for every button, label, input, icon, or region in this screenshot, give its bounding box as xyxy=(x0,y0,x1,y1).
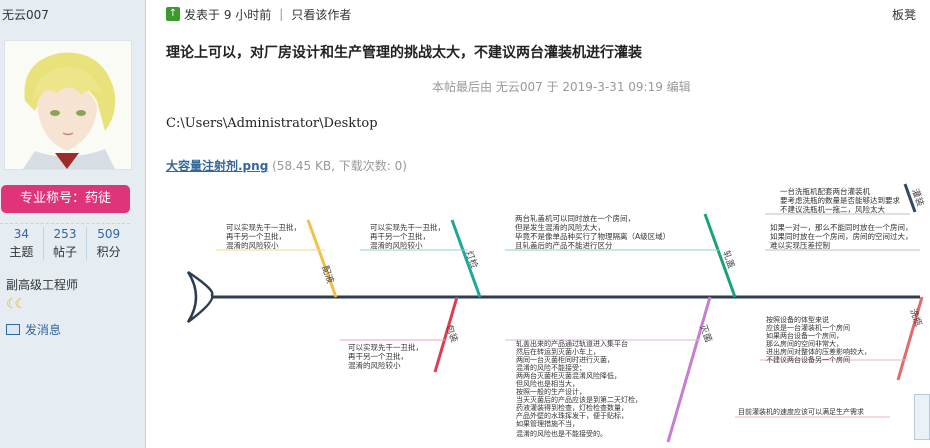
bone-bottom-2-line-6: 但风险也是相当大， xyxy=(516,379,579,388)
bone-top-4-line-6: 难以实现压差控制 xyxy=(770,240,830,250)
bone-top-3-line-1: 两台轧盖机可以同时放在一个房间， xyxy=(515,213,635,223)
bone-bottom-1-note: 可以实现先干一丑批， 再干另一个丑批， 混淆的风险较小 xyxy=(348,342,423,370)
bone-top-4-line-1: 一台洗瓶机配套两台灌装机 xyxy=(780,186,870,196)
bone-top-1-line-2: 再干另一个丑批， xyxy=(226,231,286,241)
bone-bottom-3-line-2: 应该是一台灌装机一个房间 xyxy=(766,323,850,332)
bone-bottom-1-label: 包装 xyxy=(443,323,460,344)
bone-top-2-line-2: 再干另一个丑批， xyxy=(370,231,430,241)
bone-top-1 xyxy=(306,219,338,298)
fishbone-diagram: 配液 可以实现先干一丑批， 再干另一个丑批， 混淆的风险较小 灯检 可以实现先干… xyxy=(186,183,927,443)
bone-top-2-label: 灯检 xyxy=(463,249,480,270)
edit-note: 本帖最后由 无云007 于 2019-3-31 09:19 编辑 xyxy=(432,80,691,94)
meta-separator: | xyxy=(279,7,284,21)
bone-bottom-3-note: 按照设备的体型来说 应该是一台灌装机一个房间 如果两台设备一个房间， 那么房间的… xyxy=(738,315,871,416)
bone-bottom-3-line-6: 不建议两台设备另一个房间 xyxy=(766,355,850,364)
bone-bottom-2-line-12: 混淆的风险也是不能接受的。 xyxy=(516,429,607,438)
post-body-path: C:\Users\Administrator\Desktop xyxy=(166,116,378,131)
stat-posts-value: 253 xyxy=(53,227,77,241)
bone-top-2-line-3: 混淆的风险较小 xyxy=(370,240,423,250)
bone-bottom-1-line-1: 可以实现先干一丑批， xyxy=(348,342,423,352)
bone-top-1-note: 可以实现先干一丑批， 再干另一个丑批， 混淆的风险较小 xyxy=(226,222,301,250)
bone-bottom-3-line-7: 目前灌装机的速度应该可以满足生产需求 xyxy=(738,407,864,416)
bone-bottom-2-line-9: 药液灌装得到检查，灯检检查数量， xyxy=(516,403,628,412)
bone-bottom-3-label: 洗瓶 xyxy=(907,307,924,328)
bone-top-4-line-3: 不建议洗瓶机一拖二，风险太大 xyxy=(780,204,885,214)
bone-top-4-line-5: 如果同时放在一个房间，房间的空间过大， xyxy=(770,231,913,241)
send-message-link[interactable]: 发消息 xyxy=(6,321,61,338)
bone-bottom-1-line-2: 再干另一个丑批， xyxy=(348,351,408,361)
author-only-link[interactable]: 只看该作者 xyxy=(291,6,351,23)
bone-top-4-line-4: 如果一对一，那么不能同时放在一个房间， xyxy=(770,222,913,232)
bone-top-3-line-3: 毕竟不是像单品种买行了物理隔离（A级区域） xyxy=(515,231,670,241)
envelope-icon xyxy=(6,324,20,335)
bone-bottom-2-line-3: 两同一台灭菌柜同时进行灭菌， xyxy=(516,355,614,364)
post-title: 理论上可以，对厂房设计和生产管理的挑战太大，不建议两台灌装机进行灌装 xyxy=(166,45,642,61)
stat-points-label: 积分 xyxy=(96,245,121,259)
bone-top-4-line-2: 要考虑洗瓶的数量是否能够达到要求 xyxy=(780,195,900,205)
bone-bottom-2-line-1: 轧盖出来的产品通过轨道进入集平台 xyxy=(516,339,628,348)
bone-bottom-2-line-10: 产品外壁的水珠挥发干，便于贴标， xyxy=(516,411,628,420)
fish-tail xyxy=(186,270,214,324)
author-sidebar: 无云007 专业称号：药徒 34 主题 253 帖子 509 积分 副高级工程师… xyxy=(0,0,146,448)
bone-top-1-line-1: 可以实现先干一丑批， xyxy=(226,222,301,232)
post-arrow-icon: ↑ xyxy=(166,7,180,21)
floor-label[interactable]: 板凳 xyxy=(892,6,916,23)
stat-points-value: 509 xyxy=(97,227,121,241)
bone-top-2-line-1: 可以实现先干一丑批， xyxy=(370,222,445,232)
stat-threads-label: 主题 xyxy=(9,245,34,259)
bone-bottom-3-line-4: 那么房间的空间非常大， xyxy=(766,339,843,348)
stat-posts[interactable]: 253 帖子 xyxy=(44,227,88,260)
stat-points[interactable]: 509 积分 xyxy=(87,227,130,260)
bone-bottom-3-line-5: 进出房间对整体的压差影响较大， xyxy=(766,347,871,356)
posted-time: 发表于 9 小时前 xyxy=(184,7,272,22)
bone-bottom-2-line-11: 如果管理措施不当， xyxy=(516,419,579,428)
bone-top-3-line-4: 且轧盖后的产品不能进行区分 xyxy=(515,240,613,250)
bone-top-3-note: 两台轧盖机可以同时放在一个房间， 但是发生混淆的风险太大， 毕竟不是像单品种买行… xyxy=(515,213,670,250)
bone-bottom-2-line-4: 混淆的风险不能接受； xyxy=(516,363,586,372)
bone-bottom-2-line-2: 然后在转运到灭菌小车上， xyxy=(516,347,600,356)
attachment-link[interactable]: 大容量注射剂.png xyxy=(166,159,268,173)
bone-top-2-note: 可以实现先干一丑批， 再干另一个丑批， 混淆的风险较小 xyxy=(370,222,445,250)
bone-bottom-2-line-5: 两两台灭菌柜灭菌混淆风险降低， xyxy=(516,371,621,380)
avatar[interactable] xyxy=(4,40,132,170)
bone-top-4-note: 一台洗瓶机配套两台灌装机 要考虑洗瓶的数量是否能够达到要求 不建议洗瓶机一拖二，… xyxy=(770,186,913,250)
bone-bottom-2-line-7: 按照一般的生产设计， xyxy=(516,387,586,396)
bone-bottom-1-line-3: 混淆的风险较小 xyxy=(348,360,401,370)
bone-bottom-3-line-3: 如果两台设备一个房间， xyxy=(766,331,843,340)
bone-bottom-2-line-8: 当天灭菌后的产品应该是到第二天灯检， xyxy=(516,395,642,404)
stat-posts-label: 帖子 xyxy=(53,245,78,259)
send-message-label: 发消息 xyxy=(25,323,62,337)
author-username[interactable]: 无云007 xyxy=(2,6,49,23)
author-stats: 34 主题 253 帖子 509 积分 xyxy=(0,223,130,260)
side-scroll-widget[interactable] xyxy=(914,394,930,440)
bone-bottom-2-label: 灭菌 xyxy=(697,323,714,344)
attachment-info: (58.45 KB, 下载次数: 0) xyxy=(272,159,407,173)
bone-bottom-2 xyxy=(666,296,712,443)
bone-top-1-label: 配液 xyxy=(319,264,336,285)
post-meta-bar: ↑ 发表于 9 小时前 | 只看该作者 xyxy=(166,4,351,24)
professional-title-badge: 专业称号：药徒 xyxy=(1,185,130,213)
user-rank: 副高级工程师 xyxy=(6,278,79,292)
attachment: 大容量注射剂.png (58.45 KB, 下载次数: 0) xyxy=(166,157,407,174)
bone-top-1-line-3: 混淆的风险较小 xyxy=(226,240,279,250)
bone-bottom-3-line-1: 按照设备的体型来说 xyxy=(766,315,829,324)
bone-top-3-line-2: 但是发生混淆的风险太大， xyxy=(515,222,605,232)
stat-threads-value: 34 xyxy=(13,227,29,241)
moon-rank-icon: ☾☾ xyxy=(6,297,26,312)
bone-bottom-2-note: 轧盖出来的产品通过轨道进入集平台 然后在转运到灭菌小车上， 两同一台灭菌柜同时进… xyxy=(516,339,642,438)
avatar-image xyxy=(5,41,131,169)
stat-threads[interactable]: 34 主题 xyxy=(0,227,44,260)
